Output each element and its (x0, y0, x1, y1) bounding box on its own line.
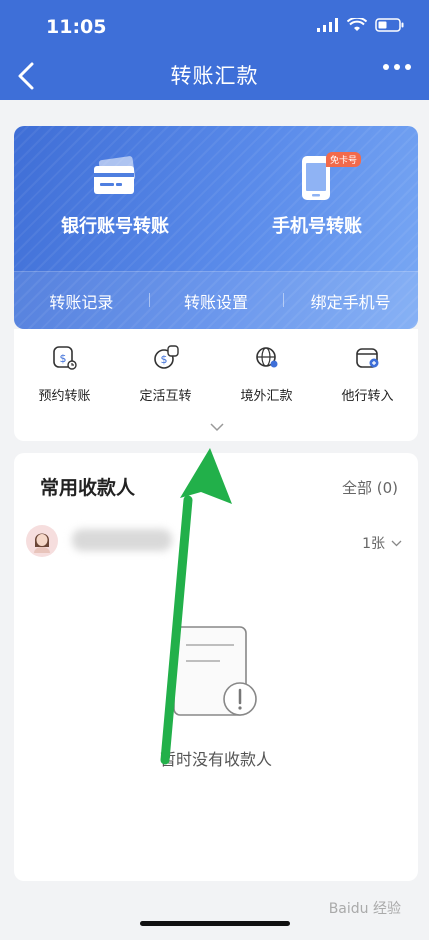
list-item[interactable]: 1张 (14, 523, 418, 563)
card-links: 转账记录 转账设置 绑定手机号 (14, 271, 418, 329)
other-bank-transfer-in-label: 他行转入 (341, 389, 394, 404)
scheduled-transfer-label: 预约转账 (38, 389, 91, 404)
frequent-payees: 常用收款人 全部 (0) 1张 暂时没有收款人 (14, 453, 418, 881)
page-title: 转账汇款 (170, 64, 259, 88)
signal-icon (317, 18, 338, 32)
status-icons (317, 18, 405, 32)
no-card-badge: 免卡号 (326, 152, 362, 167)
home-indicator (140, 921, 290, 926)
exchange-yuan-icon: $ (153, 345, 179, 369)
transfer-card: 银行账号转账 免卡号 手机号转账 转账记录 转账设置 绑定手机号 (14, 126, 418, 329)
payees-title: 常用收款人 (40, 477, 136, 499)
payee-name-blurred (72, 529, 172, 551)
wallet-in-icon (355, 348, 378, 368)
bind-phone-link[interactable]: 绑定手机号 (283, 289, 418, 313)
bank-account-transfer-label: 银行账号转账 (61, 216, 169, 237)
all-payees-link[interactable]: 全部 (0) (342, 477, 398, 498)
chevron-down-icon (391, 540, 402, 546)
bank-account-transfer-button[interactable]: 银行账号转账 (14, 126, 216, 271)
payee-card-count[interactable]: 1张 (362, 533, 402, 553)
globe-icon (255, 347, 277, 368)
wifi-icon (347, 18, 367, 31)
baidu-watermark: Baidu 经验 (328, 901, 401, 917)
empty-state-text: 暂时没有收款人 (159, 750, 272, 769)
chevron-down-icon[interactable] (210, 423, 224, 432)
transfer-records-link[interactable]: 转账记录 (14, 289, 149, 313)
avatar (26, 525, 58, 557)
bank-card-icon (94, 156, 136, 194)
quick-actions: $ 预约转账 $ 定活互转 境外汇款 他行转入 (14, 329, 418, 441)
svg-text:$: $ (59, 352, 66, 365)
card-count-label: 1张 (362, 536, 385, 552)
fixed-current-transfer-button[interactable]: $ 定活互转 (115, 343, 216, 404)
overseas-remittance-button[interactable]: 境外汇款 (216, 343, 317, 404)
svg-text:$: $ (160, 353, 167, 366)
header: 11:05 转账汇款 (0, 0, 429, 100)
scheduled-transfer-button[interactable]: $ 预约转账 (14, 343, 115, 404)
overseas-remittance-label: 境外汇款 (240, 389, 293, 404)
phone-transfer-label: 手机号转账 (272, 216, 362, 237)
more-icon[interactable] (383, 64, 411, 70)
other-bank-transfer-in-button[interactable]: 他行转入 (317, 343, 418, 404)
clock-yuan-icon: $ (52, 346, 77, 370)
battery-icon (375, 18, 404, 32)
empty-document-icon (173, 626, 257, 716)
fixed-current-transfer-label: 定活互转 (139, 389, 192, 404)
transfer-settings-link[interactable]: 转账设置 (148, 289, 284, 313)
status-time: 11:05 (46, 16, 107, 38)
user-avatar-icon (34, 533, 50, 553)
phone-transfer-button[interactable]: 免卡号 手机号转账 (216, 126, 418, 271)
